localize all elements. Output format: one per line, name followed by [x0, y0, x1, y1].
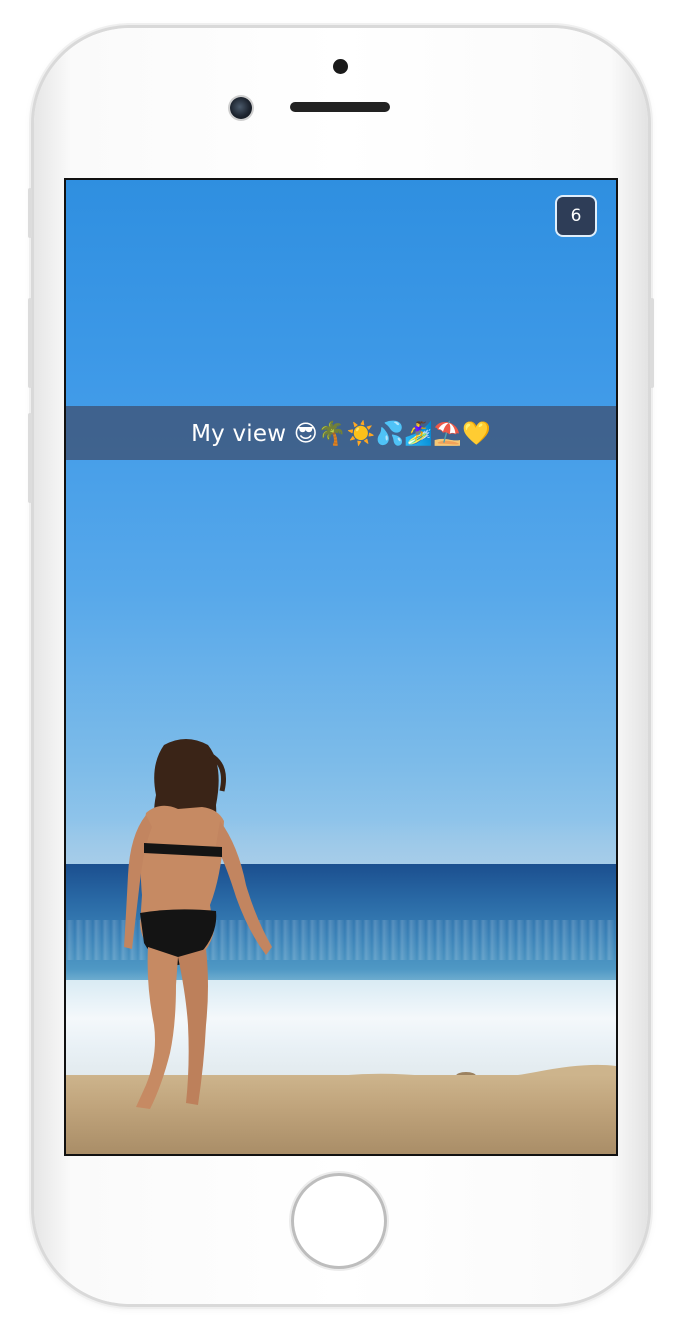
- snap-screen[interactable]: My view 😎🌴☀️💦🏄‍♀️⛱️💛 6: [64, 178, 618, 1156]
- volume-up-button: [28, 298, 32, 388]
- caption-text: My view 😎🌴☀️💦🏄‍♀️⛱️💛: [191, 420, 491, 447]
- proximity-sensor: [333, 59, 348, 74]
- front-camera-icon: [230, 97, 252, 119]
- earpiece-speaker: [290, 102, 390, 112]
- mute-switch: [28, 188, 32, 238]
- volume-down-button: [28, 413, 32, 503]
- timer-badge[interactable]: 6: [557, 197, 595, 235]
- caption-bar: My view 😎🌴☀️💦🏄‍♀️⛱️💛: [66, 406, 616, 460]
- home-button-icon[interactable]: [291, 1173, 387, 1269]
- power-button: [650, 298, 654, 388]
- photo-person: [124, 739, 272, 1109]
